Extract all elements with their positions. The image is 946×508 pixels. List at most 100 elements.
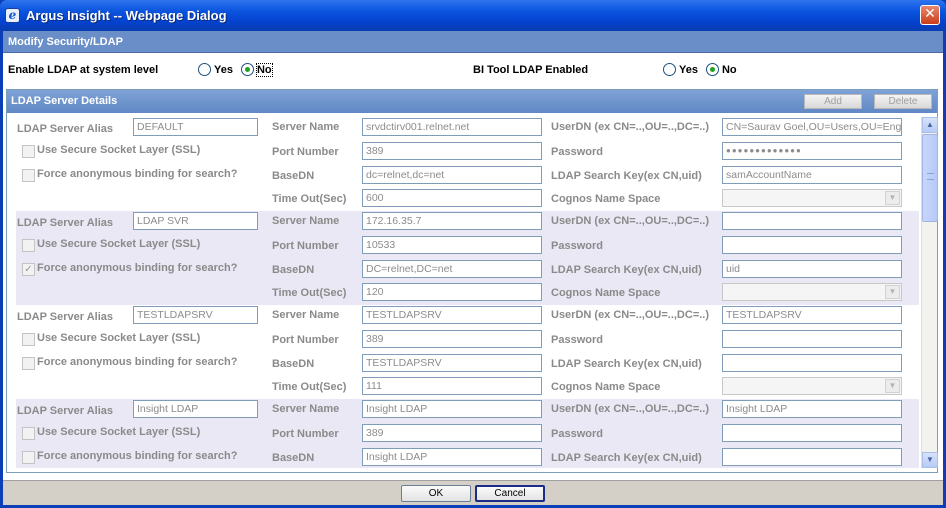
ldap-details-title: LDAP Server Details [11,95,118,107]
cognos-select[interactable]: ▼ [722,189,902,207]
userdn-label: UserDN (ex CN=..,OU=..,DC=..) [551,215,710,227]
basedn-field[interactable]: dc=relnet,dc=net [362,166,542,184]
server-name-field[interactable]: srvdctirv001.relnet.net [362,118,542,136]
cognos-select[interactable]: ▼ [722,377,902,395]
search-key-label: LDAP Search Key(ex CN,uid) [551,358,702,370]
port-number-label: Port Number [272,428,339,440]
enable-ldap-no-label[interactable]: No [255,62,273,77]
enable-ldap-radio-group: Yes No [198,62,280,77]
timeout-field[interactable]: 600 [362,189,542,207]
ldap-server-details-panel: LDAP Server Details Add Delete LDAP Serv… [6,89,938,473]
search-key-field[interactable] [722,354,902,372]
search-key-label: LDAP Search Key(ex CN,uid) [551,452,702,464]
basedn-field[interactable]: TESTLDAPSRV [362,354,542,372]
alias-field[interactable]: LDAP SVR [133,212,258,230]
timeout-field[interactable]: 120 [362,283,542,301]
basedn-label: BaseDN [272,358,315,370]
search-key-field[interactable] [722,448,902,466]
password-field[interactable]: ●●●●●●●●●●●●● [722,142,902,160]
scroll-down-button[interactable]: ▼ [922,452,938,468]
vertical-scrollbar[interactable]: ▲ ▼ [921,117,938,468]
ssl-checkbox[interactable] [22,239,35,252]
anon-binding-checkbox[interactable] [22,169,35,182]
userdn-field[interactable]: CN=Saurav Goel,OU=Users,OU=Engi [722,118,902,136]
ssl-label: Use Secure Socket Layer (SSL) [37,426,201,438]
ssl-label: Use Secure Socket Layer (SSL) [37,144,201,156]
ssl-label: Use Secure Socket Layer (SSL) [37,238,201,250]
ssl-checkbox[interactable] [22,145,35,158]
bi-tool-label: BI Tool LDAP Enabled [473,64,589,76]
port-number-label: Port Number [272,240,339,252]
timeout-field[interactable]: 111 [362,377,542,395]
password-label: Password [551,428,603,440]
ldap-details-header: LDAP Server Details Add Delete [7,90,937,113]
bi-tool-yes-label[interactable]: Yes [679,64,698,76]
anon-binding-checkbox[interactable] [22,451,35,464]
anon-binding-label: Force anonymous binding for search? [37,168,238,180]
port-number-field[interactable]: 10533 [362,236,542,254]
delete-button[interactable]: Delete [874,94,932,109]
ssl-checkbox[interactable] [22,333,35,346]
timeout-label: Time Out(Sec) [272,287,347,299]
password-label: Password [551,240,603,252]
port-number-field[interactable]: 389 [362,330,542,348]
enable-ldap-no-radio[interactable] [240,63,254,76]
ldap-server-row: LDAP Server Alias Insight LDAP Use Secure … [16,399,919,468]
userdn-field[interactable]: Insight LDAP [722,400,902,418]
bi-tool-radio-group: Yes No [663,63,745,76]
userdn-field[interactable]: TESTLDAPSRV [722,306,902,324]
anon-binding-label: Force anonymous binding for search? [37,450,238,462]
port-number-field[interactable]: 389 [362,142,542,160]
alias-field[interactable]: DEFAULT [133,118,258,136]
search-key-field[interactable]: uid [722,260,902,278]
server-name-field[interactable]: TESTLDAPSRV [362,306,542,324]
anon-binding-checkbox[interactable]: ✓ [22,263,35,276]
scroll-thumb[interactable] [922,134,938,222]
password-field[interactable] [722,424,902,442]
basedn-field[interactable]: DC=relnet,DC=net [362,260,542,278]
window-title: Argus Insight -- Webpage Dialog [26,8,227,23]
add-button[interactable]: Add [804,94,862,109]
alias-field[interactable]: Insight LDAP [133,400,258,418]
basedn-field[interactable]: Insight LDAP [362,448,542,466]
bi-tool-no-label[interactable]: No [722,64,737,76]
anon-binding-label: Force anonymous binding for search? [37,262,238,274]
scroll-up-button[interactable]: ▲ [922,117,938,133]
anon-binding-checkbox[interactable] [22,357,35,370]
bi-tool-no-radio[interactable] [705,63,719,76]
anon-binding-label: Force anonymous binding for search? [37,356,238,368]
userdn-field[interactable] [722,212,902,230]
dialog-body: Modify Security/LDAP Enable LDAP at syst… [3,31,943,505]
basedn-label: BaseDN [272,452,315,464]
port-number-field[interactable]: 389 [362,424,542,442]
password-field[interactable] [722,236,902,254]
enable-ldap-yes-radio[interactable] [198,63,211,76]
server-name-field[interactable]: Insight LDAP [362,400,542,418]
cognos-label: Cognos Name Space [551,193,661,205]
server-name-label: Server Name [272,403,340,415]
cognos-select[interactable]: ▼ [722,283,902,301]
port-number-label: Port Number [272,334,339,346]
chevron-down-icon[interactable]: ▼ [885,379,900,393]
section-title: Modify Security/LDAP [3,31,943,53]
dialog-footer: OK Cancel [3,480,943,505]
alias-label: LDAP Server Alias [17,123,113,135]
enable-ldap-yes-label[interactable]: Yes [214,64,233,76]
chevron-down-icon[interactable]: ▼ [885,285,900,299]
close-button[interactable]: ✕ [920,5,940,25]
search-key-field[interactable]: samAccountName [722,166,902,184]
cancel-button[interactable]: Cancel [475,485,545,502]
alias-label: LDAP Server Alias [17,311,113,323]
server-name-field[interactable]: 172.16.35.7 [362,212,542,230]
ssl-label: Use Secure Socket Layer (SSL) [37,332,201,344]
ok-button[interactable]: OK [401,485,471,502]
password-label: Password [551,146,603,158]
bi-tool-yes-radio[interactable] [663,63,676,76]
ldap-server-row: LDAP Server Alias TESTLDAPSRV Use Secure S… [16,305,919,399]
basedn-label: BaseDN [272,170,315,182]
chevron-down-icon[interactable]: ▼ [885,191,900,205]
ssl-checkbox[interactable] [22,427,35,440]
userdn-label: UserDN (ex CN=..,OU=..,DC=..) [551,309,710,321]
password-field[interactable] [722,330,902,348]
alias-field[interactable]: TESTLDAPSRV [133,306,258,324]
